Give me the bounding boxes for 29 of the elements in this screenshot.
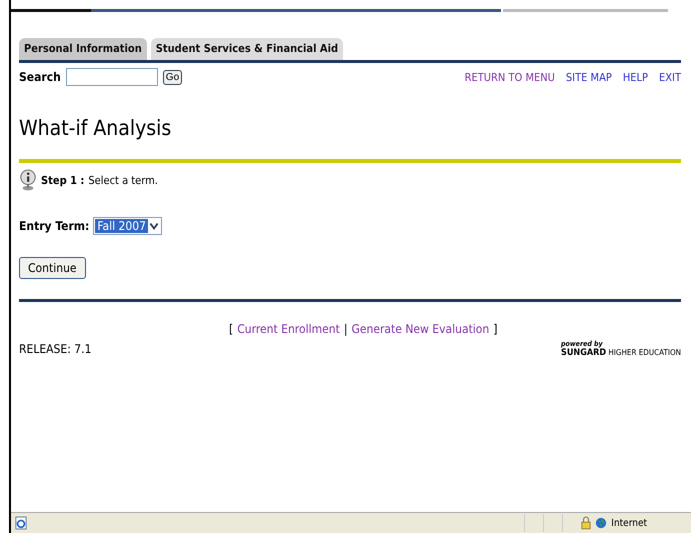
lock-icon xyxy=(581,516,592,530)
page-icon xyxy=(15,516,27,530)
step-label: Step 1 : xyxy=(41,174,84,186)
logo-suffix: HIGHER EDUCATION xyxy=(608,348,681,357)
nav-link[interactable]: SITE MAP xyxy=(566,70,612,84)
continue-button[interactable]: Continue xyxy=(19,257,86,279)
bracket: [ xyxy=(229,322,234,336)
tab[interactable]: Personal Information xyxy=(19,38,147,60)
nav-link[interactable]: RETURN TO MENU xyxy=(464,70,555,84)
separator: | xyxy=(344,322,348,336)
term-dropdown[interactable]: Fall 2007 xyxy=(93,217,162,235)
brand-logo: SUNGARD xyxy=(561,348,606,358)
go-button[interactable]: Go xyxy=(162,70,182,84)
zone-label: Internet xyxy=(611,518,647,528)
nav-link[interactable]: HELP xyxy=(622,70,648,84)
info-pin-icon xyxy=(19,169,37,191)
step-text: Select a term. xyxy=(88,174,158,186)
release-label: RELEASE: 7.1 xyxy=(19,342,92,356)
entry-term-label: Entry Term: xyxy=(19,219,90,233)
footer-link[interactable]: Current Enrollment xyxy=(237,322,340,336)
search-field[interactable] xyxy=(66,68,158,86)
footer-link[interactable]: Generate New Evaluation xyxy=(351,322,490,336)
globe-icon xyxy=(595,517,608,529)
tab[interactable]: Student Services & Financial Aid xyxy=(150,38,344,60)
search-label: Search xyxy=(19,70,61,84)
bracket: ] xyxy=(493,322,498,336)
chevron-down-icon xyxy=(148,220,160,232)
nav-link[interactable]: EXIT xyxy=(659,70,681,84)
page-title: What-if Analysis xyxy=(19,116,172,140)
